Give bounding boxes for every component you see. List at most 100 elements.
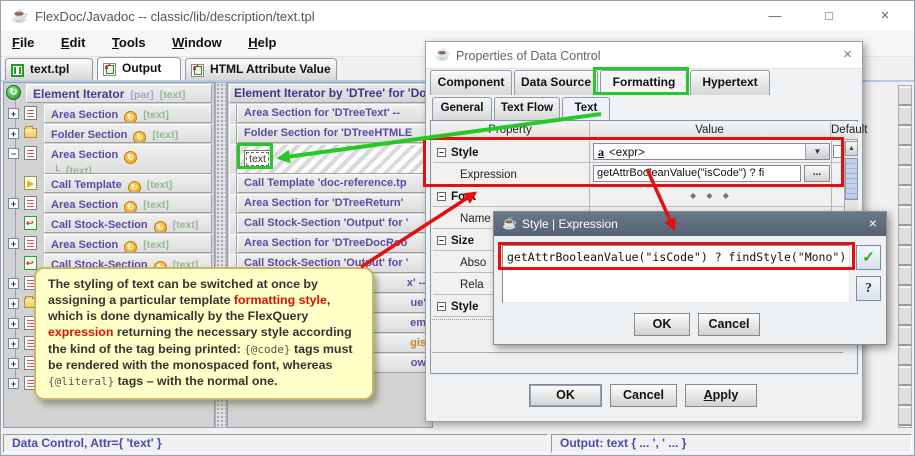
text-chip[interactable]: text — [244, 150, 271, 168]
tree-row-area-section-expanded[interactable]: − Area Section↻ └[text] — [4, 144, 214, 175]
menu-window[interactable]: Window — [161, 31, 233, 50]
expression-value-field[interactable]: getAttrBooleanValue("isCode") ? fi — [593, 165, 801, 182]
collapse-icon[interactable]: − — [437, 302, 446, 311]
property-row-style[interactable]: −Style a<expr> ▼ — [433, 141, 844, 163]
maximize-button[interactable]: □ — [807, 1, 851, 31]
highlight-formatting-style: formatting style — [234, 293, 327, 307]
dialog-titlebar: ☕ Properties of Data Control × — [426, 42, 862, 69]
text-tag: [text] — [147, 179, 173, 191]
status-bar: Data Control, Attr={ 'text' } Output: te… — [1, 432, 914, 455]
tree-row-area-section[interactable]: + Area Section↻[text] — [4, 234, 214, 254]
minimize-button[interactable]: — — [753, 1, 797, 31]
scroll-up-icon[interactable]: ▲ — [845, 141, 858, 156]
list-row-text-element[interactable]: text — [229, 144, 431, 175]
list-row[interactable]: Area Section for 'DTreeText' -- — [229, 104, 431, 124]
tree-row-element-iterator[interactable]: Element Iterator[par][text] — [4, 84, 214, 104]
apply-button[interactable]: Apply — [685, 384, 757, 407]
column-header-value: Value — [589, 122, 829, 140]
property-row-expression[interactable]: Expression getAttrBooleanValue("isCode")… — [433, 163, 844, 185]
tab-label: text.tpl — [30, 62, 69, 76]
expander-plus-icon[interactable]: + — [8, 378, 19, 389]
call-stock-section-icon — [24, 256, 37, 270]
menu-edit[interactable]: Edit — [50, 31, 97, 50]
column-header-property: Property — [432, 122, 588, 140]
subtab-general[interactable]: General — [432, 97, 492, 120]
tab-component[interactable]: Component — [430, 70, 512, 95]
text-tag: [text] — [143, 109, 169, 121]
ok-button[interactable]: OK — [529, 384, 602, 407]
list-row[interactable]: Area Section for 'DTreeReturn' — [229, 194, 431, 214]
style-value-dropdown[interactable]: a<expr> ▼ — [593, 143, 830, 160]
column-header-default: Default — [830, 122, 858, 140]
tree-row-call-stock-section[interactable]: Call Stock-Section↻[text] — [4, 214, 214, 234]
scrollbar-thumb[interactable] — [845, 158, 858, 200]
code-tag: {@code} — [244, 343, 290, 356]
expander-plus-icon[interactable]: + — [8, 338, 19, 349]
folder-icon — [24, 128, 37, 138]
collapse-icon[interactable]: − — [437, 236, 446, 245]
list-row[interactable]: Call Stock-Section 'Output' for ' — [229, 214, 431, 234]
right-scroll-strip[interactable] — [898, 85, 912, 428]
close-button[interactable]: × — [863, 1, 907, 31]
tab-data-source[interactable]: Data Source — [514, 70, 598, 95]
list-row[interactable]: Call Template 'doc-reference.tp — [229, 174, 431, 194]
tab-formatting[interactable]: Formatting — [600, 70, 688, 95]
text-tag: [text] — [160, 89, 186, 101]
dialog-title: Properties of Data Control — [456, 49, 601, 63]
check-icon: ✓ — [862, 249, 875, 266]
confirm-button[interactable]: ✓ — [856, 245, 881, 270]
call-stock-section-icon — [24, 216, 37, 230]
tab-output[interactable]: Output — [97, 57, 181, 81]
collapse-icon[interactable]: − — [437, 148, 446, 157]
tab-label: Output — [122, 61, 161, 75]
expression-input[interactable]: getAttrBooleanValue("isCode") ? findStyl… — [502, 245, 850, 303]
menu-tools[interactable]: Tools — [101, 31, 157, 50]
java-icon: ☕ — [435, 47, 450, 61]
expander-plus-icon[interactable]: + — [8, 318, 19, 329]
status-right: Output: text { ... ', ' ... } — [551, 434, 912, 453]
collapse-icon[interactable]: − — [437, 192, 446, 201]
text-tag: [text] — [173, 219, 199, 231]
loop-icon: ↻ — [128, 181, 141, 193]
tree-row-call-template[interactable]: Call Template↻[text] — [4, 174, 214, 194]
call-template-icon — [24, 176, 37, 190]
subtab-text-flow[interactable]: Text Flow — [494, 97, 560, 120]
tooltip-note: The styling of text can be switched at o… — [34, 267, 374, 400]
tab-text-tpl[interactable]: text.tpl — [5, 58, 93, 81]
help-button[interactable]: ? — [856, 276, 881, 301]
tab-hypertext[interactable]: Hypertext — [690, 70, 770, 95]
doc-icon — [24, 196, 37, 210]
expander-minus-icon[interactable]: − — [8, 148, 19, 159]
menu-file[interactable]: File — [1, 31, 45, 50]
iterator-icon — [6, 85, 21, 100]
dropdown-arrow-icon[interactable]: ▼ — [805, 144, 829, 159]
property-row-font[interactable]: −Font ◆ ◆ ◆ — [433, 185, 844, 207]
list-row[interactable]: Folder Section for 'DTreeHTMLE — [229, 124, 431, 144]
list-row[interactable]: Area Section for 'DTreeDocRoo — [229, 234, 431, 254]
output-icon — [103, 63, 116, 76]
cancel-button[interactable]: Cancel — [610, 384, 677, 407]
close-icon[interactable]: × — [843, 46, 852, 63]
expression-more-button[interactable]: ... — [804, 165, 830, 182]
expander-plus-icon[interactable]: + — [8, 278, 19, 289]
cancel-button[interactable]: Cancel — [698, 313, 760, 336]
tab-html-attribute-value[interactable]: HTML Attribute Value — [185, 58, 337, 81]
expander-plus-icon[interactable]: + — [8, 108, 19, 119]
expander-plus-icon[interactable]: + — [8, 238, 19, 249]
java-icon: ☕ — [502, 216, 517, 230]
text-tag: [text] — [143, 239, 169, 251]
app-window: ☕ FlexDoc/Javadoc -- classic/lib/descrip… — [0, 0, 915, 456]
menu-help[interactable]: Help — [237, 31, 287, 50]
list-row[interactable]: Element Iterator by 'DTree' for 'Do — [229, 84, 431, 104]
expander-plus-icon[interactable]: + — [8, 298, 19, 309]
tree-row-area-section[interactable]: + Area Section↻[text] — [4, 194, 214, 214]
template-file-icon — [11, 64, 24, 77]
expander-plus-icon[interactable]: + — [8, 198, 19, 209]
tree-row-folder-section[interactable]: + Folder Section↻[text] — [4, 124, 214, 144]
subtab-text[interactable]: Text — [562, 97, 610, 120]
close-icon[interactable]: × — [869, 215, 877, 231]
tree-row-area-section[interactable]: + Area Section↻[text] — [4, 104, 214, 124]
expander-plus-icon[interactable]: + — [8, 358, 19, 369]
ok-button[interactable]: OK — [634, 313, 690, 336]
expander-plus-icon[interactable]: + — [8, 128, 19, 139]
